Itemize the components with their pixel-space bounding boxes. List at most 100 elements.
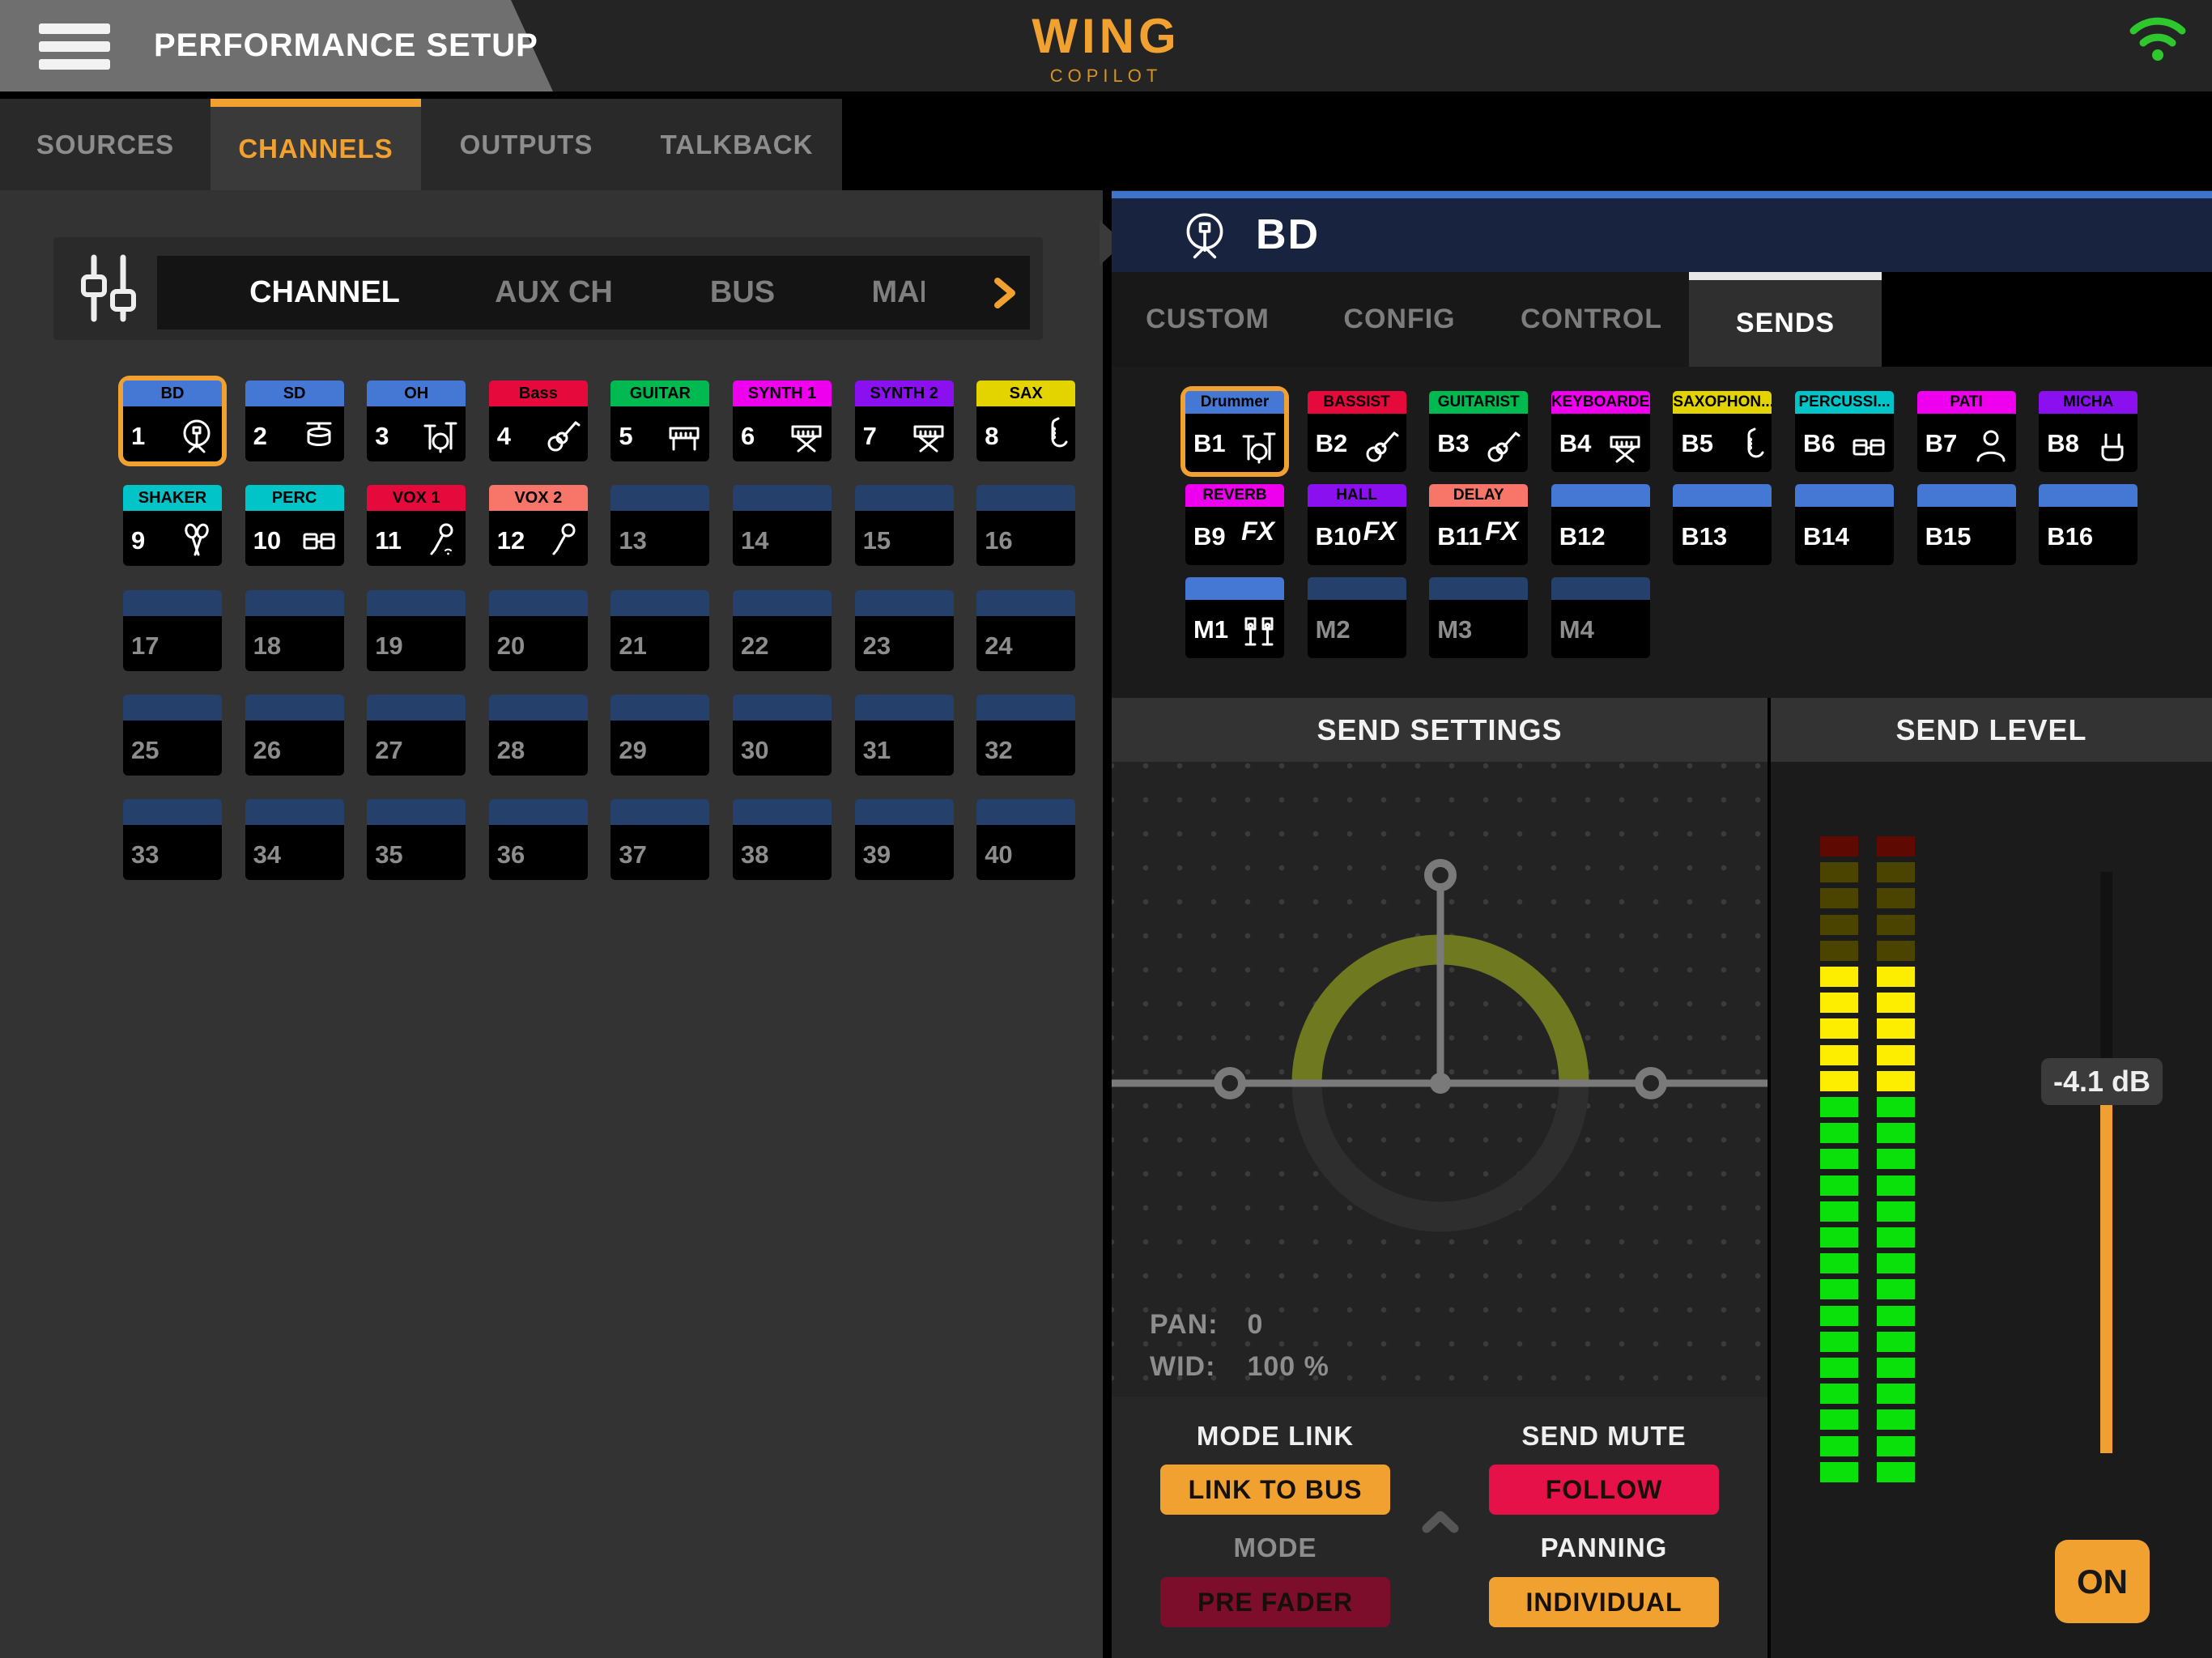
cell-id: B1: [1193, 419, 1226, 469]
channel-cell-4[interactable]: Bass4: [489, 380, 588, 461]
type-channel[interactable]: CHANNEL: [249, 256, 400, 329]
send-level-value[interactable]: -4.1 dB: [2041, 1058, 2163, 1105]
tab-sends[interactable]: SENDS: [1689, 272, 1882, 367]
channel-cell-31[interactable]: 31: [855, 695, 954, 776]
send-cell-M4[interactable]: M4: [1551, 577, 1650, 658]
channel-cell-27[interactable]: 27: [367, 695, 466, 776]
kick-drum-icon: [177, 416, 216, 455]
channel-type-tabs: CHANNEL AUX CH BUS MAIN: [157, 256, 1030, 329]
cell-id: B9: [1193, 512, 1226, 562]
channel-cell-7[interactable]: SYNTH 27: [855, 380, 954, 461]
channel-cell-32[interactable]: 32: [976, 695, 1075, 776]
send-cell-B15[interactable]: B15: [1917, 484, 2016, 565]
channel-cell-37[interactable]: 37: [610, 799, 709, 880]
cell-id: 37: [619, 830, 646, 880]
channel-cell-8[interactable]: SAX8: [976, 380, 1075, 461]
send-cell-B10[interactable]: HALLB10FX: [1308, 484, 1406, 565]
type-main-clipped[interactable]: MAIN: [860, 256, 925, 329]
tab-channels[interactable]: CHANNELS: [211, 99, 421, 190]
send-cell-B7[interactable]: PATIB7: [1917, 391, 2016, 472]
send-cell-B11[interactable]: DELAYB11FX: [1429, 484, 1528, 565]
type-main[interactable]: MAIN: [871, 256, 925, 329]
channel-cell-10[interactable]: PERC10: [245, 485, 344, 566]
send-cell-B2[interactable]: BASSISTB2: [1308, 391, 1406, 472]
channel-cell-22[interactable]: 22: [733, 590, 832, 671]
meter-segment: [1877, 915, 1915, 935]
drum-kit-icon: [1240, 427, 1278, 466]
panning-individual-button[interactable]: INDIVIDUAL: [1489, 1577, 1719, 1627]
send-cell-B3[interactable]: GUITARISTB3: [1429, 391, 1528, 472]
tab-config[interactable]: CONFIG: [1304, 272, 1495, 367]
link-to-bus-button[interactable]: LINK TO BUS: [1160, 1465, 1390, 1515]
tab-talkback[interactable]: TALKBACK: [632, 99, 842, 190]
send-cell-B9[interactable]: REVERBB9FX: [1185, 484, 1284, 565]
send-cell-B1[interactable]: DrummerB1: [1185, 391, 1284, 472]
channel-cell-24[interactable]: 24: [976, 590, 1075, 671]
send-cell-B12[interactable]: B12: [1551, 484, 1650, 565]
speakers-icon: [1240, 613, 1278, 652]
channel-cell-29[interactable]: 29: [610, 695, 709, 776]
channel-cell-35[interactable]: 35: [367, 799, 466, 880]
rock-hand-icon: [2093, 427, 2132, 466]
channel-cell-11[interactable]: VOX 111: [367, 485, 466, 566]
menu-icon[interactable]: [39, 23, 110, 70]
chevron-up-icon[interactable]: [1421, 1510, 1460, 1534]
send-on-button[interactable]: ON: [2055, 1540, 2150, 1623]
channel-cell-13[interactable]: 13: [610, 485, 709, 566]
send-cell-B4[interactable]: KEYBOARDERB4: [1551, 391, 1650, 472]
channel-cell-33[interactable]: 33: [123, 799, 222, 880]
channel-cell-14[interactable]: 14: [733, 485, 832, 566]
send-cell-B14[interactable]: B14: [1795, 484, 1894, 565]
send-cell-M2[interactable]: M2: [1308, 577, 1406, 658]
channel-cell-16[interactable]: 16: [976, 485, 1075, 566]
channel-cell-25[interactable]: 25: [123, 695, 222, 776]
channel-cell-23[interactable]: 23: [855, 590, 954, 671]
send-cell-M1[interactable]: M1: [1185, 577, 1284, 658]
channel-cell-30[interactable]: 30: [733, 695, 832, 776]
cell-color-tag: [489, 590, 588, 616]
tab-sources[interactable]: SOURCES: [0, 99, 211, 190]
send-cell-B13[interactable]: B13: [1673, 484, 1772, 565]
type-aux-ch[interactable]: AUX CH: [495, 256, 613, 329]
channel-cell-38[interactable]: 38: [733, 799, 832, 880]
pan-top-handle[interactable]: [1428, 863, 1453, 887]
tab-outputs[interactable]: OUTPUTS: [421, 99, 632, 190]
send-cell-B16[interactable]: B16: [2039, 484, 2138, 565]
meter-segment: [1877, 1409, 1915, 1430]
send-mute-follow-button[interactable]: FOLLOW: [1489, 1465, 1719, 1515]
channel-cell-15[interactable]: 15: [855, 485, 954, 566]
channel-cell-5[interactable]: GUITAR5: [610, 380, 709, 461]
send-fader-fill[interactable]: [2100, 1086, 2112, 1453]
tab-custom[interactable]: CUSTOM: [1112, 272, 1304, 367]
channel-cell-12[interactable]: VOX 212: [489, 485, 588, 566]
channel-cell-39[interactable]: 39: [855, 799, 954, 880]
channel-cell-17[interactable]: 17: [123, 590, 222, 671]
send-cell-B6[interactable]: PERCUSSI...B6: [1795, 391, 1894, 472]
channel-cell-26[interactable]: 26: [245, 695, 344, 776]
tab-control[interactable]: CONTROL: [1495, 272, 1687, 367]
send-cell-B5[interactable]: SAXOPHON...B5: [1673, 391, 1772, 472]
channel-cell-2[interactable]: SD2: [245, 380, 344, 461]
chevron-right-icon[interactable]: [993, 277, 1017, 309]
type-bus[interactable]: BUS: [710, 256, 775, 329]
channel-cell-19[interactable]: 19: [367, 590, 466, 671]
pan-width-control[interactable]: [1112, 762, 1767, 1397]
channel-cell-20[interactable]: 20: [489, 590, 588, 671]
channel-cell-21[interactable]: 21: [610, 590, 709, 671]
send-cell-B8[interactable]: MICHAB8: [2039, 391, 2138, 472]
channel-cell-36[interactable]: 36: [489, 799, 588, 880]
channel-cell-6[interactable]: SYNTH 16: [733, 380, 832, 461]
channel-cell-40[interactable]: 40: [976, 799, 1075, 880]
channel-cell-3[interactable]: OH3: [367, 380, 466, 461]
channel-cell-9[interactable]: SHAKER9: [123, 485, 222, 566]
pan-right-handle[interactable]: [1639, 1071, 1663, 1095]
pan-left-handle[interactable]: [1218, 1071, 1242, 1095]
channel-cell-18[interactable]: 18: [245, 590, 344, 671]
wifi-icon[interactable]: [2125, 10, 2190, 74]
pre-fader-button[interactable]: PRE FADER: [1160, 1577, 1390, 1627]
channel-cell-1[interactable]: BD1: [123, 380, 222, 461]
panning-label: PANNING: [1489, 1533, 1719, 1563]
channel-cell-28[interactable]: 28: [489, 695, 588, 776]
send-cell-M3[interactable]: M3: [1429, 577, 1528, 658]
channel-cell-34[interactable]: 34: [245, 799, 344, 880]
